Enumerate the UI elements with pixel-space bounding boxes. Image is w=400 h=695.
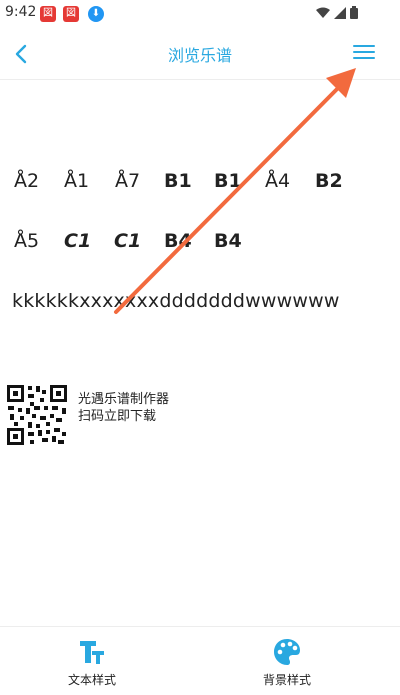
app-notification-icon: 図 bbox=[63, 6, 79, 22]
note: Å7 bbox=[115, 170, 141, 192]
nav-label: 背景样式 bbox=[262, 673, 311, 687]
bottom-nav: 文本样式 背景样式 bbox=[0, 626, 400, 695]
battery-icon bbox=[350, 6, 358, 19]
annotation-arrow-icon bbox=[114, 68, 356, 314]
note: B2 bbox=[315, 170, 343, 192]
signal-icon bbox=[334, 6, 346, 19]
note: C1 bbox=[64, 230, 92, 252]
menu-icon bbox=[352, 45, 376, 59]
lyric-line: kkkkkkxxxxxxxdddddddwwwwww bbox=[12, 290, 340, 312]
score-browser-screen: 9:42 図 図 ⬇ 浏览乐谱 Å2 Å1 Å7 B1 B1 Å4 B2 Å5 … bbox=[0, 0, 400, 695]
nav-text-style[interactable]: 文本样式 bbox=[37, 637, 147, 688]
menu-button[interactable] bbox=[352, 42, 376, 66]
promo-subtitle: 扫码立即下载 bbox=[78, 409, 157, 424]
note: B1 bbox=[214, 170, 242, 192]
palette-icon bbox=[274, 639, 300, 665]
nav-background-style[interactable]: 背景样式 bbox=[232, 637, 342, 688]
app-header: 浏览乐谱 bbox=[0, 28, 400, 80]
status-time: 9:42 bbox=[5, 4, 37, 20]
app-notification-icon: 図 bbox=[40, 6, 56, 22]
note: C1 bbox=[114, 230, 142, 252]
page-title: 浏览乐谱 bbox=[167, 46, 232, 65]
download-notification-icon: ⬇ bbox=[88, 6, 104, 22]
qr-code-icon bbox=[6, 384, 68, 446]
note: Å4 bbox=[265, 170, 291, 192]
nav-label: 文本样式 bbox=[67, 673, 116, 687]
note: Å1 bbox=[64, 170, 90, 192]
note: Å2 bbox=[14, 170, 40, 192]
note: B4 bbox=[164, 230, 192, 252]
status-bar: 9:42 図 図 ⬇ bbox=[0, 0, 400, 28]
note: Å5 bbox=[14, 230, 40, 252]
wifi-icon bbox=[316, 7, 330, 18]
note: B1 bbox=[164, 170, 192, 192]
system-icons bbox=[316, 6, 358, 19]
note: B4 bbox=[214, 230, 242, 252]
text-style-icon bbox=[80, 641, 104, 664]
